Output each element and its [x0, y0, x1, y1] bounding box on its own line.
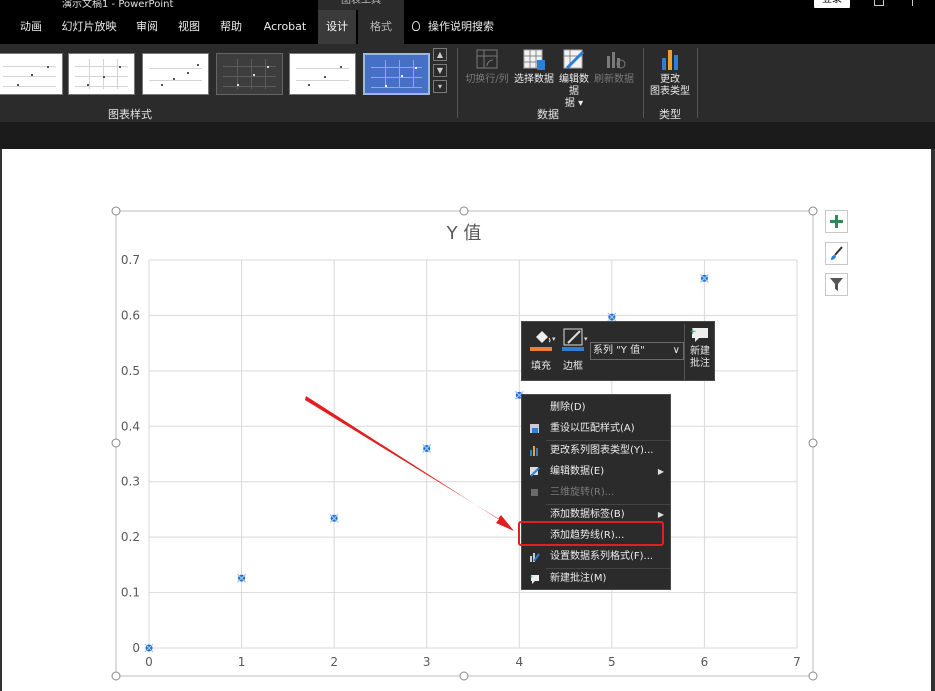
annotation-arrow — [305, 396, 514, 531]
red-arrow-icon — [305, 396, 514, 531]
